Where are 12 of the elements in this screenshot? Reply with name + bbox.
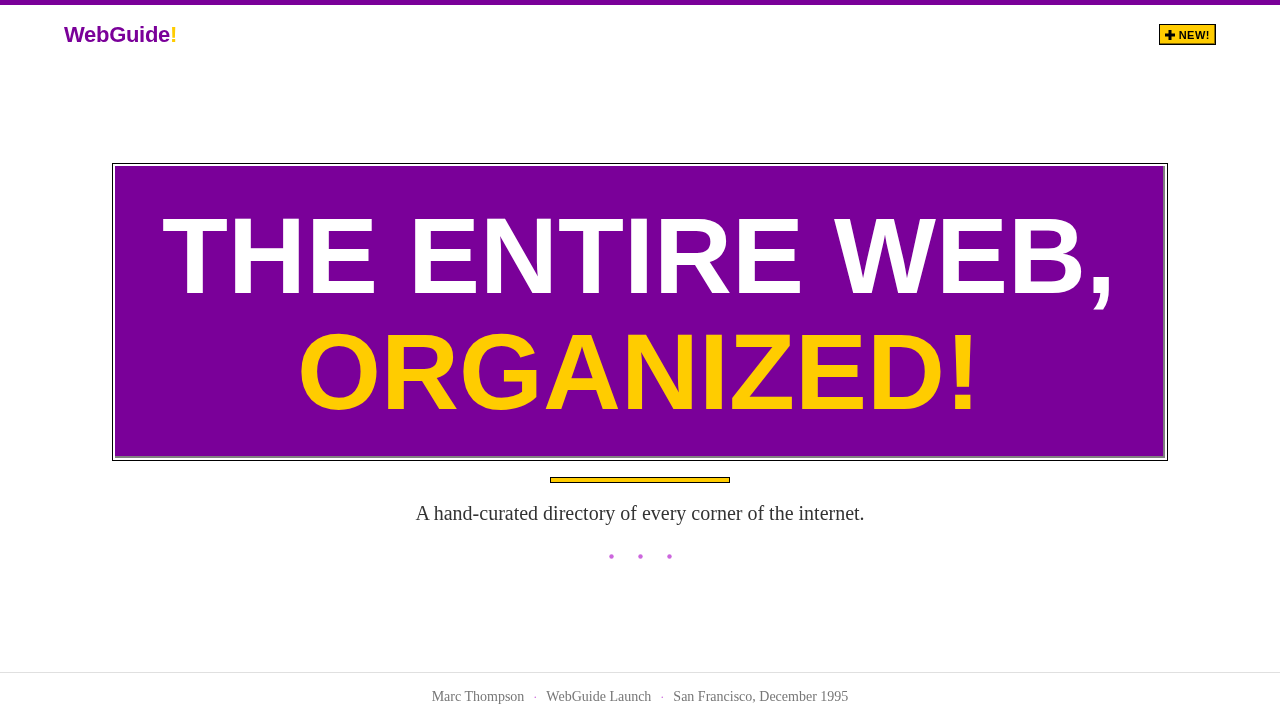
footer-text: WebGuide Launch	[546, 688, 652, 705]
ellipsis-dots-icon	[608, 553, 672, 559]
footer-text: San Francisco, December 1995	[673, 688, 849, 705]
cross-icon	[1164, 29, 1175, 40]
headline-highlight-text: ORGANIZED!	[297, 313, 981, 430]
tagline-text: A hand-curated directory of every corner of the internet.	[415, 501, 865, 525]
badge-label: NEW!	[1178, 28, 1210, 41]
logo-text[interactable]: WebGuide!	[64, 22, 177, 47]
footer-text: Marc Thompson	[431, 688, 525, 705]
dot-separator: ·	[533, 688, 538, 705]
headline-text: THE ENTIRE WEB,	[162, 197, 1116, 314]
dot-separator: ·	[660, 688, 665, 705]
